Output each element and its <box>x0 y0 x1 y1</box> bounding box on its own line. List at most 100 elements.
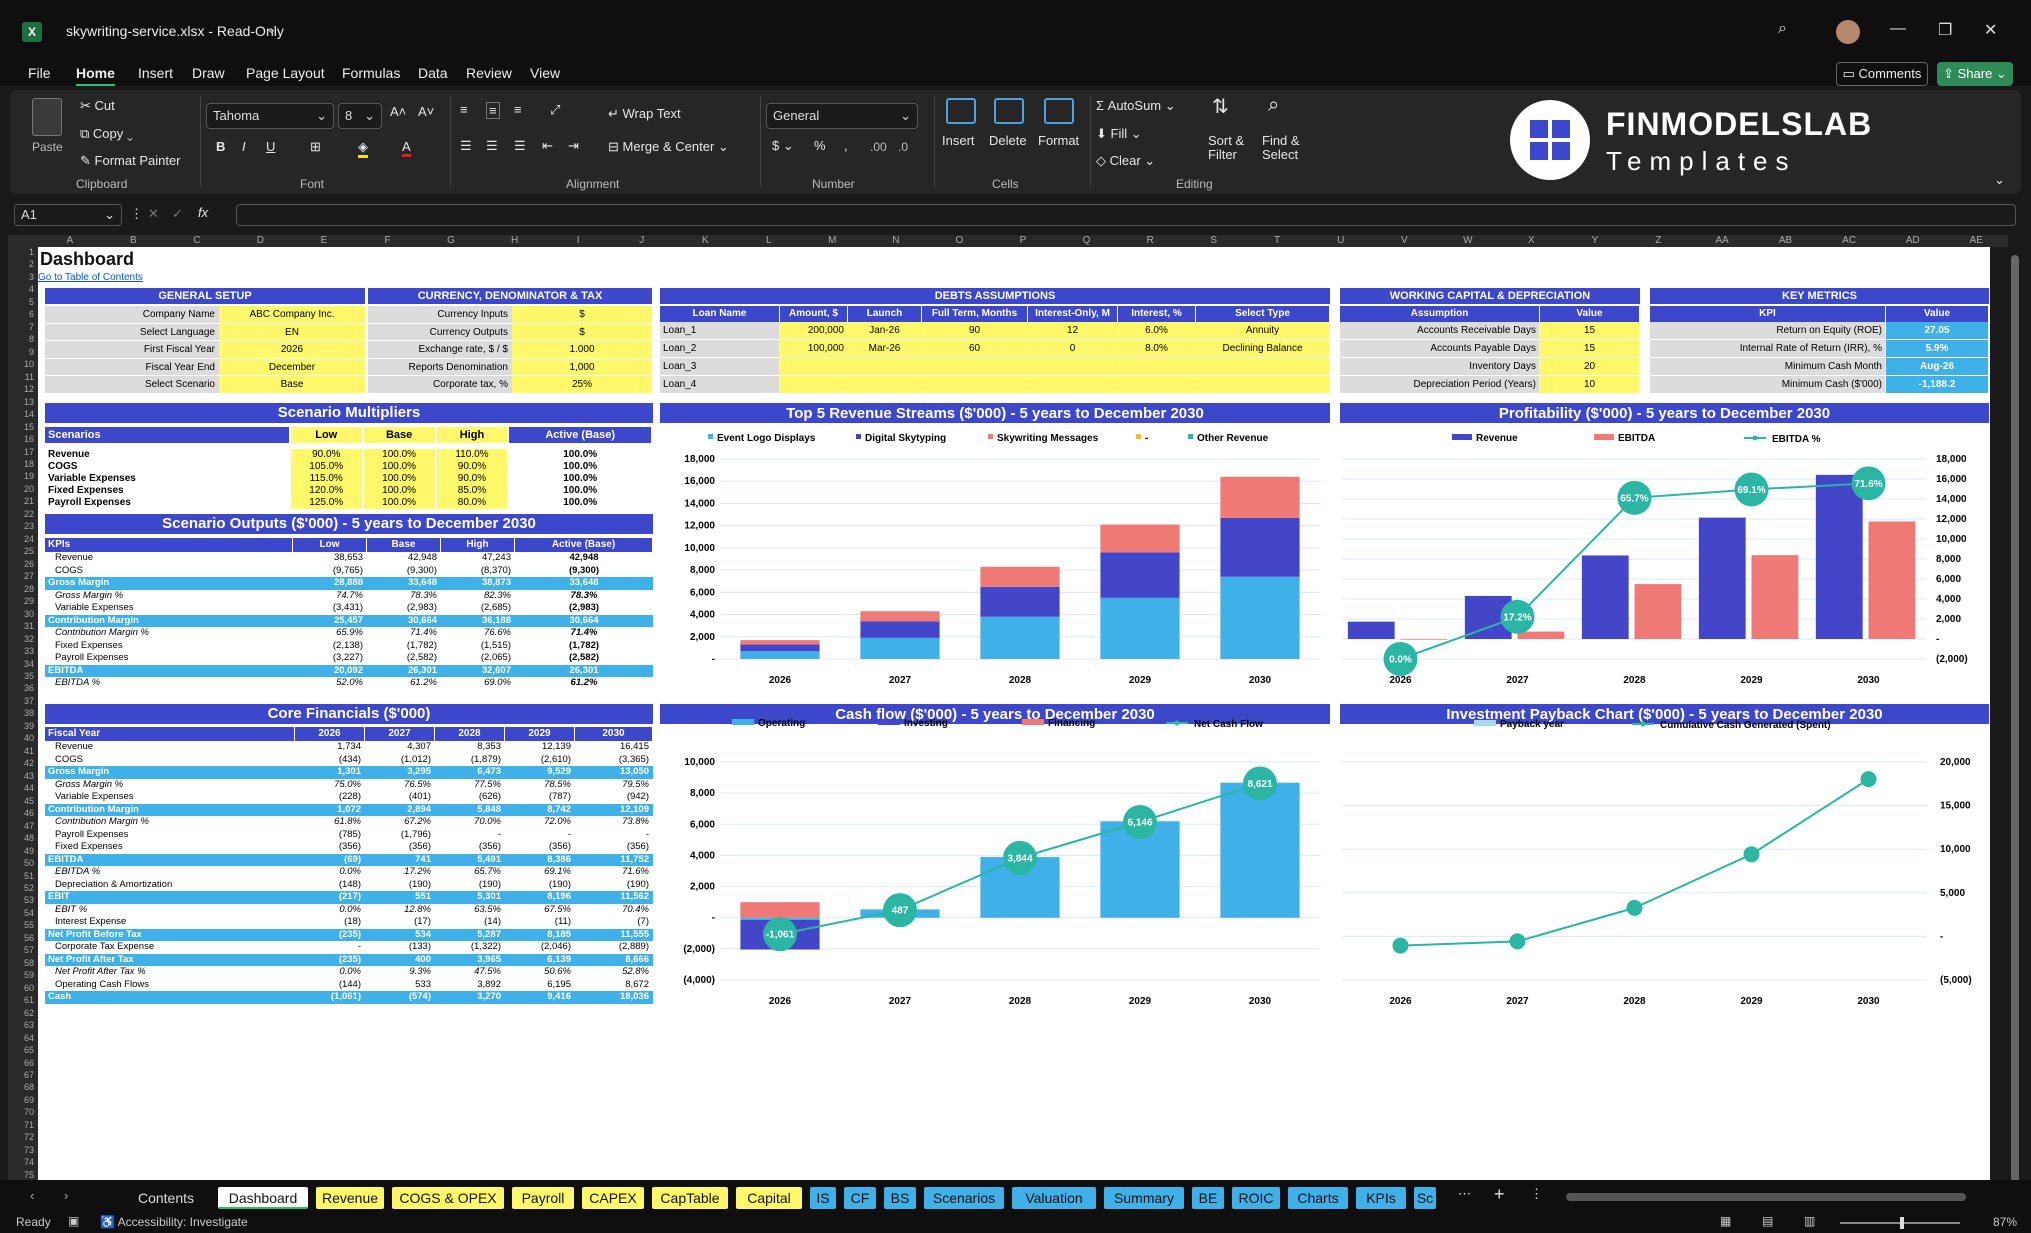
sheet-tab-payroll[interactable]: Payroll <box>512 1187 574 1209</box>
column-header[interactable]: X <box>1500 235 1564 246</box>
row-number[interactable]: 42 <box>10 758 34 768</box>
wrap-text-button[interactable]: ↵ Wrap Text <box>608 106 681 122</box>
sheet-tab-be[interactable]: BE <box>1192 1187 1224 1209</box>
close-icon[interactable]: ✕ <box>1984 20 1997 40</box>
row-number[interactable]: 4 <box>10 284 34 294</box>
normal-view-icon[interactable]: ▦ <box>1720 1214 1731 1228</box>
column-header[interactable]: L <box>737 235 801 246</box>
cut-button[interactable]: ✂ Cut <box>80 98 115 114</box>
column-header[interactable]: J <box>610 235 674 246</box>
sheet-tab-dashboard[interactable]: Dashboard <box>218 1187 308 1209</box>
shrink-font-icon[interactable]: A˅ <box>418 104 434 119</box>
row-number[interactable]: 28 <box>10 584 34 594</box>
row-number[interactable]: 1 <box>10 247 34 257</box>
row-number[interactable]: 20 <box>10 484 34 494</box>
row-number[interactable]: 26 <box>10 559 34 569</box>
restore-icon[interactable]: ❐ <box>1938 20 1952 40</box>
orientation-icon[interactable]: ⤢ <box>550 102 560 118</box>
row-number[interactable]: 43 <box>10 771 34 781</box>
collapse-ribbon-icon[interactable]: ⌄ <box>1994 172 2005 188</box>
formula-input[interactable] <box>236 204 2016 226</box>
row-number[interactable]: 29 <box>10 596 34 606</box>
column-header[interactable]: V <box>1373 235 1437 246</box>
zoom-slider-thumb[interactable] <box>1900 1217 1904 1229</box>
sheet-tab-charts[interactable]: Charts <box>1288 1187 1348 1209</box>
sheet-tab-sc[interactable]: Sc <box>1414 1187 1436 1209</box>
column-header[interactable]: G <box>419 235 483 246</box>
row-number[interactable]: 48 <box>10 833 34 843</box>
sheet-tab-captable[interactable]: CapTable <box>652 1187 728 1209</box>
sheet-tab-roic[interactable]: ROIC <box>1232 1187 1280 1209</box>
comma-style-icon[interactable]: , <box>844 138 848 153</box>
row-number[interactable]: 54 <box>10 908 34 918</box>
row-number[interactable]: 72 <box>10 1132 34 1142</box>
sheet-tab-kpis[interactable]: KPIs <box>1356 1187 1406 1209</box>
row-number[interactable]: 18 <box>10 459 34 469</box>
prev-sheet-icon[interactable]: ‹ <box>30 1188 34 1203</box>
row-number[interactable]: 35 <box>10 671 34 681</box>
decrease-decimal-icon[interactable]: .0 <box>898 140 908 154</box>
column-header[interactable]: AA <box>1690 235 1754 246</box>
row-number[interactable]: 66 <box>10 1058 34 1068</box>
menu-draw[interactable]: Draw <box>192 65 225 81</box>
align-bottom-icon[interactable]: ≡ <box>514 102 522 117</box>
delete-cells-button[interactable]: Delete <box>989 133 1027 148</box>
column-header[interactable]: N <box>864 235 928 246</box>
sheet-tab-valuation[interactable]: Valuation <box>1012 1187 1096 1209</box>
row-number[interactable]: 22 <box>10 509 34 519</box>
row-number[interactable]: 36 <box>10 683 34 693</box>
accessibility-button[interactable]: ♿ Accessibility: Investigate <box>100 1215 248 1229</box>
row-number[interactable]: 11 <box>10 372 34 382</box>
menu-review[interactable]: Review <box>466 65 512 81</box>
row-number[interactable]: 69 <box>10 1095 34 1105</box>
font-size-select[interactable]: 8 ⌄ <box>338 103 382 129</box>
row-number[interactable]: 34 <box>10 659 34 669</box>
column-header[interactable]: S <box>1182 235 1246 246</box>
bold-icon[interactable]: B <box>216 139 225 154</box>
column-header[interactable]: Z <box>1627 235 1691 246</box>
row-number[interactable]: 55 <box>10 920 34 930</box>
menu-home[interactable]: Home <box>76 65 115 86</box>
row-number[interactable]: 71 <box>10 1120 34 1130</box>
column-header[interactable]: F <box>356 235 420 246</box>
decrease-indent-icon[interactable]: ⇤ <box>542 138 553 154</box>
column-header[interactable]: M <box>801 235 865 246</box>
page-layout-icon[interactable]: ▤ <box>1762 1214 1773 1228</box>
sheet-tab-capex[interactable]: CAPEX <box>582 1187 644 1209</box>
toc-link[interactable]: Go to Table of Contents <box>38 272 143 283</box>
chevron-down-icon[interactable]: ⌄ <box>266 21 277 37</box>
insert-cells-icon[interactable] <box>946 98 976 124</box>
row-number[interactable]: 13 <box>10 397 34 407</box>
column-header[interactable]: Q <box>1055 235 1119 246</box>
column-header[interactable]: AE <box>1944 235 2008 246</box>
row-number[interactable]: 57 <box>10 945 34 955</box>
enter-icon[interactable]: ✓ <box>172 206 183 222</box>
row-number[interactable]: 52 <box>10 883 34 893</box>
row-number[interactable]: 9 <box>10 347 34 357</box>
menu-file[interactable]: File <box>28 65 51 81</box>
align-top-icon[interactable]: ≡ <box>460 102 468 117</box>
row-number[interactable]: 58 <box>10 958 34 968</box>
row-number[interactable]: 63 <box>10 1020 34 1030</box>
sheet-tab-contents[interactable]: Contents <box>122 1187 210 1209</box>
sheet-tab-capital[interactable]: Capital <box>736 1187 802 1209</box>
align-right-icon[interactable]: ☰ <box>514 138 526 154</box>
align-left-icon[interactable]: ☰ <box>460 138 472 154</box>
fill-button[interactable]: ⬇ Fill ⌄ <box>1096 126 1142 142</box>
zoom-level[interactable]: 87% <box>1993 1215 2017 1229</box>
insert-cells-button[interactable]: Insert <box>942 133 975 148</box>
row-number[interactable]: 59 <box>10 970 34 980</box>
sheet-tab-bs[interactable]: BS <box>884 1187 916 1209</box>
column-header[interactable]: R <box>1118 235 1182 246</box>
row-number[interactable]: 49 <box>10 846 34 856</box>
fill-color-icon[interactable]: ◈ <box>358 139 368 158</box>
column-header[interactable]: P <box>991 235 1055 246</box>
column-header[interactable]: AD <box>1881 235 1945 246</box>
row-number[interactable]: 67 <box>10 1070 34 1080</box>
row-number[interactable]: 39 <box>10 721 34 731</box>
row-number[interactable]: 33 <box>10 646 34 656</box>
menu-page-layout[interactable]: Page Layout <box>246 65 325 81</box>
menu-data[interactable]: Data <box>418 65 448 81</box>
cancel-icon[interactable]: ✕ <box>148 206 159 222</box>
minimize-icon[interactable]: — <box>1890 20 1906 38</box>
